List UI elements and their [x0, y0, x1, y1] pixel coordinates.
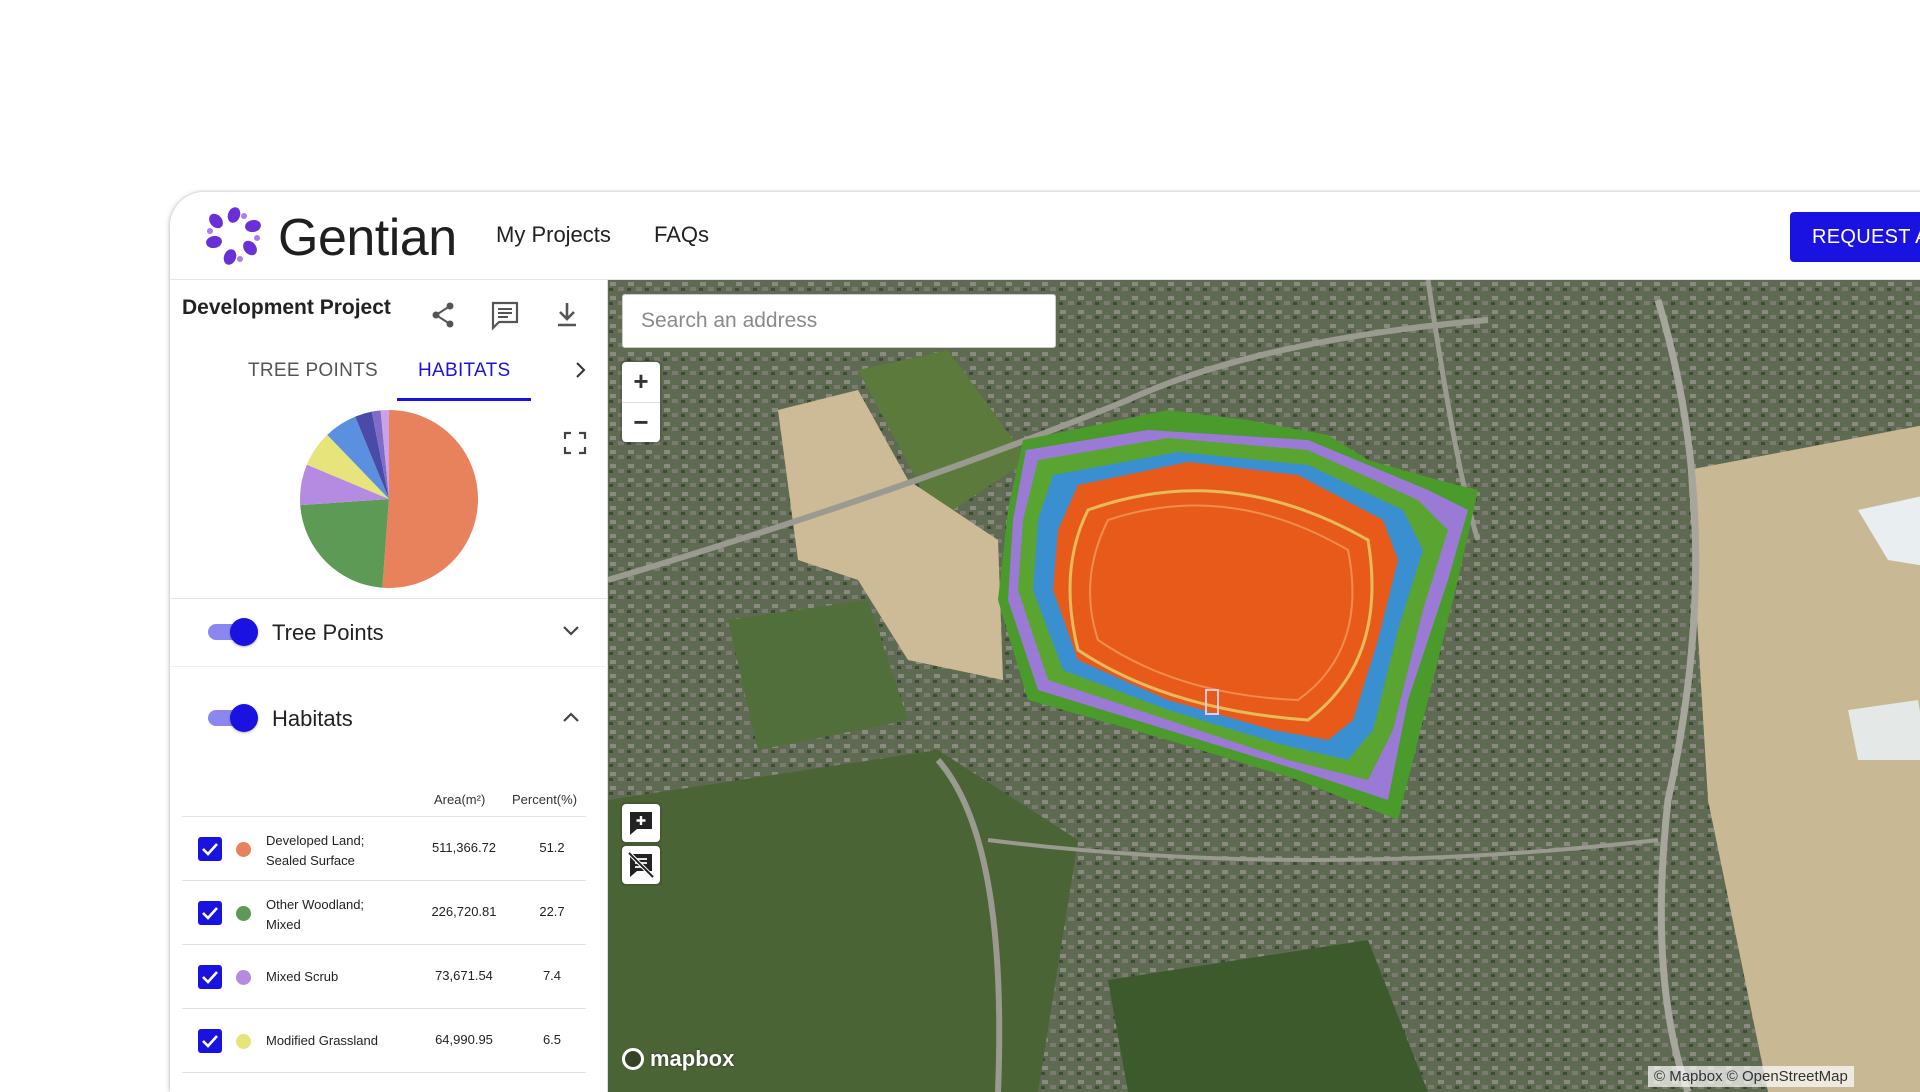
row-checkbox[interactable]	[198, 965, 222, 989]
tree-points-toggle[interactable]	[208, 618, 260, 646]
map-attribution[interactable]: © Mapbox © OpenStreetMap	[1648, 1066, 1854, 1087]
gentian-logo-icon	[206, 207, 261, 265]
map-view[interactable]: + − mapbox © Mapbox © OpenStreetMap	[608, 280, 1920, 1092]
layer-label: Tree Points	[272, 620, 384, 645]
zoom-controls: + −	[622, 362, 660, 442]
comment-list-icon[interactable]	[488, 298, 522, 332]
mapbox-mark-icon	[622, 1048, 644, 1070]
add-comment-icon[interactable]	[622, 804, 660, 842]
row-checkbox[interactable]	[198, 901, 222, 925]
tab-habitats[interactable]: HABITATS	[418, 360, 510, 382]
habitat-area: 64,990.95	[435, 1032, 493, 1047]
color-swatch	[236, 1034, 251, 1049]
color-swatch	[236, 842, 251, 857]
active-tab-indicator	[397, 398, 531, 401]
nav-my-projects[interactable]: My Projects	[496, 222, 611, 248]
hide-comments-icon[interactable]	[622, 846, 660, 884]
address-search-input[interactable]	[622, 294, 1056, 348]
habitat-area: 73,671.54	[435, 968, 493, 983]
chevron-down-icon[interactable]	[558, 618, 584, 644]
habitats-toggle[interactable]	[208, 704, 260, 732]
habitat-percent: 7.4	[542, 968, 562, 983]
zoom-out-button[interactable]: −	[622, 402, 660, 442]
habitat-label: Mixed Scrub	[266, 969, 339, 984]
request-button[interactable]: REQUEST A	[1790, 212, 1920, 262]
habitat-label: Other Woodland; Mixed	[266, 897, 365, 932]
sidebar-tabs: TREE POINTS HABITATS	[170, 352, 608, 402]
app-window: Gentian My Projects FAQs REQUEST A Devel…	[170, 192, 1920, 1092]
satellite-map	[608, 280, 1920, 1092]
column-header-percent: Percent(%)	[512, 792, 578, 807]
table-row: Developed Land; Sealed Surface 511,366.7…	[182, 817, 586, 881]
column-header-area: Area(m²)	[434, 792, 486, 807]
habitat-percent: 22.7	[539, 904, 565, 919]
table-row: Other Woodland; Mixed 226,720.81 22.7	[182, 881, 586, 945]
pie-slice-0[interactable]	[382, 410, 478, 588]
habitat-label: Developed Land; Sealed Surface	[266, 833, 365, 868]
habitat-area: 511,366.72	[431, 840, 497, 855]
row-checkbox[interactable]	[198, 1029, 222, 1053]
layer-label: Habitats	[272, 706, 353, 731]
table-row: Modified Grassland 64,990.95 6.5	[182, 1009, 586, 1073]
brand-name: Gentian	[278, 209, 457, 267]
chevron-up-icon[interactable]	[558, 704, 584, 730]
row-checkbox[interactable]	[198, 837, 222, 861]
color-swatch	[236, 906, 251, 921]
nav-faqs[interactable]: FAQs	[654, 222, 709, 248]
habitat-label: Modified Grassland	[266, 1033, 378, 1048]
tab-tree-points[interactable]: TREE POINTS	[248, 360, 378, 382]
top-header: Gentian My Projects FAQs REQUEST A	[170, 192, 1920, 280]
mapbox-wordmark: mapbox	[650, 1046, 735, 1071]
layer-row-tree-points: Tree Points	[170, 598, 608, 664]
table-row: Mixed Scrub 73,671.54 7.4	[182, 945, 586, 1009]
color-swatch	[236, 970, 251, 985]
habitat-percent: 6.5	[542, 1032, 562, 1047]
habitat-area: 226,720.81	[431, 904, 497, 919]
download-icon[interactable]	[550, 298, 584, 332]
pie-slice-1[interactable]	[300, 499, 389, 588]
habitat-percent: 51.2	[539, 840, 565, 855]
sidebar-panel: Development Project TREE POINTS HABITATS…	[170, 280, 608, 1092]
layer-row-habitats: Habitats	[170, 684, 608, 750]
zoom-in-button[interactable]: +	[622, 362, 660, 402]
mapbox-logo[interactable]: mapbox	[622, 1046, 734, 1072]
habitat-pie-chart	[300, 410, 478, 588]
share-icon[interactable]	[426, 298, 460, 332]
fullscreen-icon[interactable]	[562, 430, 588, 456]
project-title: Development Project	[182, 296, 391, 319]
chevron-right-icon[interactable]	[568, 358, 592, 382]
divider	[170, 666, 608, 667]
